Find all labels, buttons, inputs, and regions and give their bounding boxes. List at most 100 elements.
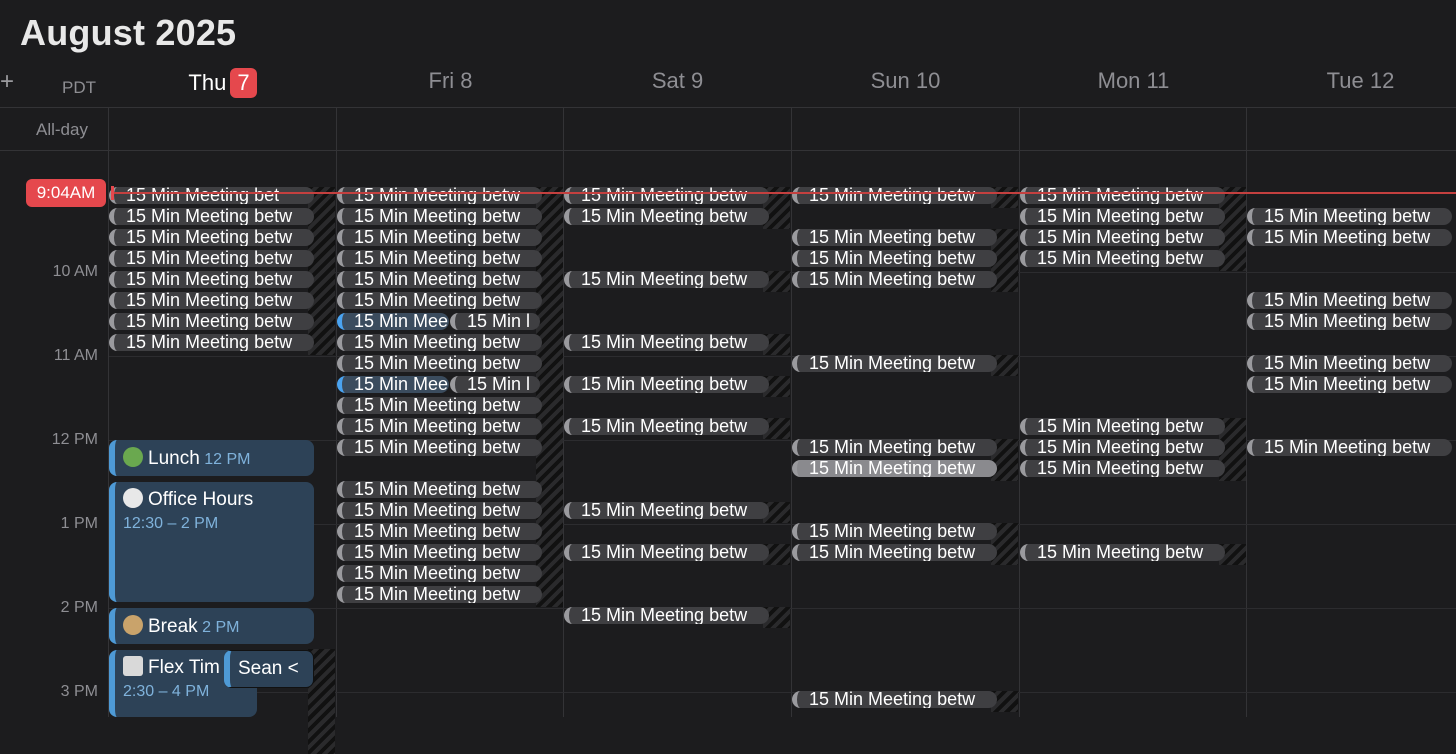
timezone-label: PDT [62,78,96,97]
meeting-event[interactable]: 15 Min Meeting betw [1020,460,1225,477]
event-title-row: Office Hours [123,488,314,511]
meeting-event[interactable]: 15 Min Meeting betw [1020,187,1225,204]
office-hours-event[interactable]: Office Hours 12:30 – 2 PM [109,482,314,602]
meeting-event[interactable]: 15 Min Meeting betw [1247,355,1452,372]
meeting-event[interactable]: 15 Min Meeting betw [337,271,542,288]
meeting-event[interactable]: 15 Min Meeting betw [109,229,314,246]
meeting-event[interactable]: 15 Min Meeting betw [792,523,997,540]
meeting-event[interactable]: 15 Min Meeting betw [792,355,997,372]
meeting-event[interactable]: 15 Min Meeting betw [792,271,997,288]
today-badge: 7 [230,68,257,98]
meeting-event[interactable]: 15 Min Meeting betw [337,187,542,204]
meeting-event[interactable]: 15 Min Meeting betw [1020,229,1225,246]
day-divider [1019,108,1020,717]
meeting-event[interactable]: 15 Min l [450,313,540,330]
meeting-event[interactable]: 15 Min Meeting betw [337,523,542,540]
meeting-event[interactable]: 15 Min Meeting betw [1020,208,1225,225]
meeting-event[interactable]: 15 Min Meeting betw [337,565,542,582]
meeting-event[interactable]: 15 Min Meeting betw [792,229,997,246]
hour-label-12pm: 12 PM [51,431,98,448]
meeting-event[interactable]: 15 Min Meeting betw [1247,292,1452,309]
meeting-event[interactable]: 15 Min Meeting betw [564,418,769,435]
meeting-event[interactable]: 15 Min Meeting betw [1247,208,1452,225]
meeting-event[interactable]: 15 Min Meeting betw [1247,229,1452,246]
day-name: Thu [188,70,227,95]
month-title: August 2025 [20,12,237,53]
day-divider [791,108,792,717]
event-title: Flex Tim [148,657,220,678]
meeting-event[interactable]: 15 Min Meeting betw [1247,376,1452,393]
meeting-event[interactable]: 15 Min Meeting betw [109,334,314,351]
day-divider [1246,108,1247,717]
busy-hatch [536,187,563,607]
meeting-event[interactable]: 15 Min Meeting betw [337,502,542,519]
meeting-event[interactable]: 15 Min Meeting betw [792,439,997,456]
meeting-event[interactable]: 15 Min Meeting betw [109,208,314,225]
lunch-event[interactable]: Lunch 12 PM [109,440,314,476]
day-divider [563,108,564,717]
now-line [112,192,1456,194]
current-time-badge: 9:04AM [26,179,106,207]
meeting-event[interactable]: 15 Min Meeting betw [1020,250,1225,267]
meeting-event[interactable]: 15 Min Meeting betw [337,586,542,603]
meeting-event[interactable]: 15 Min Meeting betw [109,250,314,267]
meeting-event[interactable]: 15 Min Meeting bet [109,187,314,204]
meeting-event[interactable]: 15 Min Meeting betw [1247,439,1452,456]
meeting-event[interactable]: 15 Min Meeting betw [564,271,769,288]
meeting-event[interactable]: 15 Min Meeting betw [564,334,769,351]
meeting-event[interactable]: 15 Min Meeting betw [564,187,769,204]
meeting-event[interactable]: 15 Min Meeting betw [337,481,542,498]
meeting-event[interactable]: 15 Min Meeting betw [792,187,997,204]
event-time: 2 PM [202,619,240,636]
event-title: Office Hours [148,489,254,510]
day-header-sun[interactable]: Sun 10 [792,68,1019,94]
event-time: 12:30 – 2 PM [123,515,219,532]
meeting-event[interactable]: 15 Min Meeting betw [337,229,542,246]
meeting-event[interactable]: 15 Min Mee [337,313,449,330]
meeting-event[interactable]: 15 Min Meeting betw [792,250,997,267]
hour-label-3pm: 3 PM [60,683,98,700]
meeting-event[interactable]: 15 Min Meeting betw [337,355,542,372]
event-title: Sean < [238,658,299,679]
day-header-mon[interactable]: Mon 11 [1020,68,1247,94]
meeting-event[interactable]: 15 Min Meeting betw [1020,544,1225,561]
meeting-event[interactable]: 15 Min Meeting betw [1020,418,1225,435]
meeting-event[interactable]: 15 Min Meeting betw [564,544,769,561]
meeting-event[interactable]: 15 Min Meeting betw [337,397,542,414]
add-event-icon[interactable]: + [0,70,14,94]
header-divider [0,107,1456,108]
bowl-icon [123,615,143,635]
meeting-event[interactable]: 15 Min Meeting betw [337,250,542,267]
meeting-event[interactable]: 15 Min Meeting betw [564,607,769,624]
meeting-event[interactable]: 15 Min Meeting betw [792,691,997,708]
meeting-event[interactable]: 15 Min l [450,376,540,393]
meeting-event[interactable]: 15 Min Meeting betw [564,376,769,393]
salad-icon [123,447,143,467]
meeting-event[interactable]: 15 Min Meeting betw [109,292,314,309]
meeting-event[interactable]: 15 Min Meeting betw [337,418,542,435]
day-divider [336,108,337,717]
meeting-event[interactable]: 15 Min Meeting betw [792,544,997,561]
break-event[interactable]: Break 2 PM [109,608,314,644]
meeting-event[interactable]: 15 Min Meeting betw [109,313,314,330]
day-header-sat[interactable]: Sat 9 [564,68,791,94]
sean-event[interactable]: Sean < [224,650,314,688]
event-title: Lunch [148,448,200,469]
meeting-event[interactable]: 15 Min Meeting betw [1020,439,1225,456]
meeting-event[interactable]: 15 Min Mee [337,376,449,393]
day-header-fri[interactable]: Fri 8 [337,68,564,94]
meeting-event[interactable]: 15 Min Meeting betw [109,271,314,288]
meeting-event[interactable]: 15 Min Meeting betw [337,292,542,309]
now-tick [111,186,114,200]
meeting-event[interactable]: 15 Min Meeting betw [564,208,769,225]
meeting-event[interactable]: 15 Min Meeting betw [337,439,542,456]
hour-label-11am: 11 AM [53,347,98,364]
meeting-event[interactable]: 15 Min Meeting betw [337,334,542,351]
meeting-event[interactable]: 15 Min Meeting betw [792,460,997,477]
meeting-event[interactable]: 15 Min Meeting betw [337,208,542,225]
meeting-event[interactable]: 15 Min Meeting betw [1247,313,1452,330]
day-header-thu[interactable]: Thu 7 [109,68,336,98]
meeting-event[interactable]: 15 Min Meeting betw [337,544,542,561]
day-header-tue[interactable]: Tue 12 [1247,68,1456,94]
meeting-event[interactable]: 15 Min Meeting betw [564,502,769,519]
